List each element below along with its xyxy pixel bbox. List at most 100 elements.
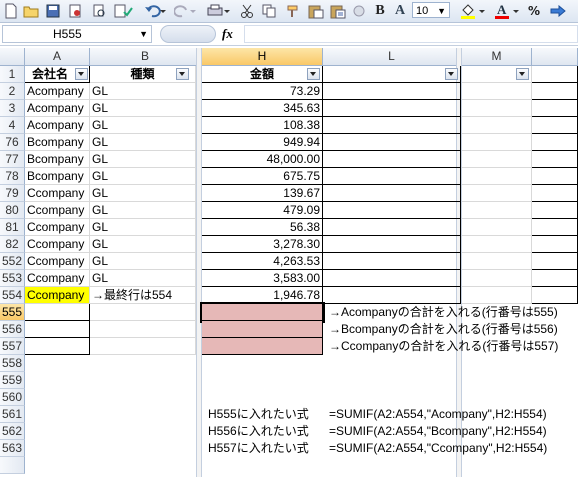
cell-company[interactable]: Ccompany bbox=[25, 270, 90, 287]
cell-l[interactable] bbox=[323, 168, 461, 185]
cell-l[interactable] bbox=[323, 270, 461, 287]
cell-type[interactable]: GL bbox=[90, 83, 196, 100]
cell-l[interactable] bbox=[323, 100, 461, 117]
cell-l[interactable] bbox=[323, 219, 461, 236]
cell-n[interactable] bbox=[532, 117, 578, 134]
cell-amount[interactable]: 345.63 bbox=[202, 100, 323, 117]
cell-n[interactable] bbox=[532, 100, 578, 117]
cell-amount[interactable]: 1,946.78 bbox=[202, 287, 323, 304]
cell-company[interactable]: Acompany bbox=[25, 83, 90, 100]
cell-m[interactable] bbox=[462, 151, 532, 168]
cell-n[interactable] bbox=[532, 83, 578, 100]
cell-company[interactable]: Ccompany bbox=[25, 202, 90, 219]
cell-m[interactable] bbox=[462, 287, 532, 304]
selected-sum-cell[interactable] bbox=[200, 302, 325, 323]
sum-note[interactable]: →Bcompanyの合計を入れる(行番号は556) bbox=[323, 321, 558, 338]
chevron-down-icon[interactable]: ▼ bbox=[437, 3, 446, 19]
filter-dropdown-icon[interactable] bbox=[307, 68, 320, 80]
cell-type[interactable] bbox=[90, 321, 196, 338]
cell-n[interactable] bbox=[532, 185, 578, 202]
print-preview-icon[interactable] bbox=[90, 2, 108, 20]
row-header[interactable]: 553 bbox=[0, 270, 25, 287]
save-icon[interactable] bbox=[44, 2, 62, 20]
row-header[interactable]: 76 bbox=[0, 134, 25, 151]
cell-m[interactable] bbox=[462, 236, 532, 253]
cell-m[interactable] bbox=[462, 270, 532, 287]
redo-icon[interactable] bbox=[172, 2, 198, 20]
filter-dropdown-icon[interactable] bbox=[176, 68, 189, 80]
header-cell-n[interactable] bbox=[532, 66, 578, 83]
cell-l[interactable] bbox=[323, 202, 461, 219]
column-header-a[interactable]: A bbox=[25, 48, 90, 66]
font-color-icon[interactable]: A bbox=[492, 2, 522, 20]
cell-company[interactable] bbox=[25, 321, 90, 338]
column-header-n[interactable] bbox=[532, 48, 578, 66]
open-icon[interactable] bbox=[22, 2, 40, 20]
cell-n[interactable] bbox=[532, 168, 578, 185]
sum-cell[interactable] bbox=[202, 321, 323, 338]
cell-n[interactable] bbox=[532, 270, 578, 287]
cell-company[interactable] bbox=[25, 338, 90, 355]
cell-company[interactable]: Bcompany bbox=[25, 134, 90, 151]
cell-amount[interactable]: 3,278.30 bbox=[202, 236, 323, 253]
cell-type[interactable]: GL bbox=[90, 253, 196, 270]
cell-m[interactable] bbox=[462, 253, 532, 270]
format-painter-icon[interactable] bbox=[284, 2, 302, 20]
cell-amount[interactable]: 479.09 bbox=[202, 202, 323, 219]
row-header[interactable]: 555 bbox=[0, 304, 25, 321]
new-icon[interactable] bbox=[2, 2, 20, 20]
fill-color-icon[interactable] bbox=[458, 2, 488, 20]
cell-type[interactable]: GL bbox=[90, 168, 196, 185]
formula-label[interactable]: H555に入れたい式 bbox=[202, 406, 323, 423]
cell-company[interactable]: Acompany bbox=[25, 100, 90, 117]
cell-type[interactable] bbox=[90, 304, 196, 321]
cell-type[interactable]: GL bbox=[90, 185, 196, 202]
cell-type[interactable]: GL bbox=[90, 202, 196, 219]
cell-amount[interactable]: 56.38 bbox=[202, 219, 323, 236]
cell-type[interactable]: GL bbox=[90, 117, 196, 134]
cell-l[interactable] bbox=[323, 253, 461, 270]
cell-company[interactable]: Ccompany bbox=[25, 185, 90, 202]
cell-m[interactable] bbox=[462, 168, 532, 185]
print-icon[interactable] bbox=[204, 2, 232, 20]
cut-icon[interactable] bbox=[238, 2, 256, 20]
paste-icon[interactable] bbox=[306, 2, 326, 20]
row-header[interactable]: 557 bbox=[0, 338, 25, 355]
filter-dropdown-icon[interactable] bbox=[445, 68, 458, 80]
spelling-icon[interactable] bbox=[112, 2, 136, 20]
cell-company[interactable]: Acompany bbox=[25, 117, 90, 134]
cell-type[interactable]: GL bbox=[90, 134, 196, 151]
row-header[interactable]: 82 bbox=[0, 236, 25, 253]
cell-m[interactable] bbox=[462, 100, 532, 117]
sum-note[interactable]: →Acompanyの合計を入れる(行番号は555) bbox=[323, 304, 558, 321]
cell-l[interactable] bbox=[323, 117, 461, 134]
cell-amount[interactable]: 4,263.53 bbox=[202, 253, 323, 270]
row-header[interactable]: 562 bbox=[0, 423, 25, 440]
chevron-down-icon[interactable]: ▼ bbox=[139, 26, 148, 42]
cell-l[interactable] bbox=[323, 83, 461, 100]
paste-special-icon[interactable] bbox=[328, 2, 348, 20]
cell-company[interactable]: Bcompany bbox=[25, 168, 90, 185]
header-cell-amount[interactable]: 金額 bbox=[202, 66, 323, 83]
cell-amount[interactable]: 139.67 bbox=[202, 185, 323, 202]
formula-text[interactable]: =SUMIF(A2:A554,"Ccompany",H2:H554) bbox=[323, 440, 547, 457]
column-header-h[interactable]: H bbox=[202, 48, 323, 66]
row-header[interactable]: 552 bbox=[0, 253, 25, 270]
cell-amount[interactable]: 675.75 bbox=[202, 168, 323, 185]
sum-note[interactable]: →Ccompanyの合計を入れる(行番号は557) bbox=[323, 338, 558, 355]
select-all-corner[interactable] bbox=[0, 48, 25, 66]
cell-company[interactable]: Ccompany bbox=[25, 236, 90, 253]
cell-l[interactable] bbox=[323, 185, 461, 202]
formula-text[interactable]: =SUMIF(A2:A554,"Acompany",H2:H554) bbox=[323, 406, 547, 423]
filter-dropdown-icon[interactable] bbox=[516, 68, 529, 80]
row-header[interactable] bbox=[0, 457, 25, 474]
cell-m[interactable] bbox=[462, 185, 532, 202]
cell-company[interactable]: Bcompany bbox=[25, 151, 90, 168]
name-box[interactable]: H555 ▼ bbox=[2, 25, 152, 43]
row-header[interactable]: 559 bbox=[0, 372, 25, 389]
row-header[interactable]: 554 bbox=[0, 287, 25, 304]
cell-m[interactable] bbox=[462, 202, 532, 219]
filter-dropdown-icon[interactable] bbox=[75, 68, 88, 80]
cell-amount[interactable]: 949.94 bbox=[202, 134, 323, 151]
cell-n[interactable] bbox=[532, 287, 578, 304]
